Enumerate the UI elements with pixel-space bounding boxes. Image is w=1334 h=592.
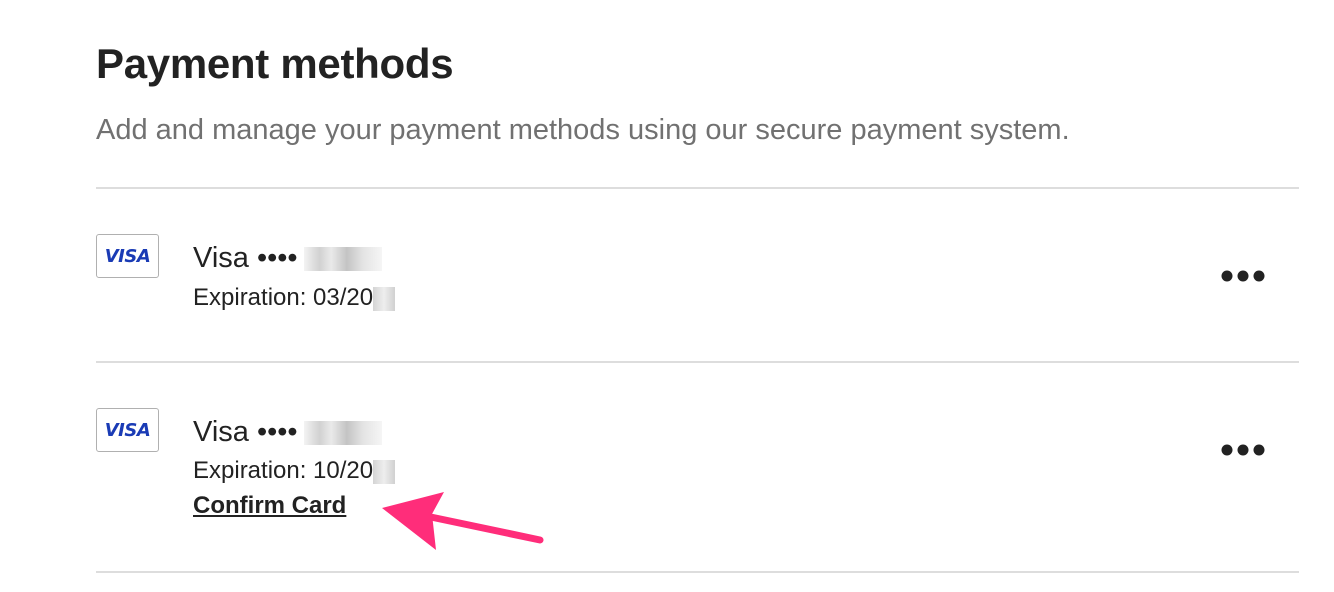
card-name: Visa •••• xyxy=(193,416,382,449)
payment-methods-page: Payment methods Add and manage your paym… xyxy=(0,0,1334,592)
card-name-text: Visa •••• xyxy=(193,416,298,448)
payment-method-row: VISA Visa •••• Expiration: 03/20 xyxy=(96,188,1299,362)
masked-card-number xyxy=(303,247,382,272)
visa-logo-text: VISA xyxy=(104,245,151,267)
card-expiration-text: Expiration: 10/20 xyxy=(193,457,374,484)
card-expiration: Expiration: 10/20 xyxy=(193,457,396,485)
annotation-arrow-icon xyxy=(382,492,544,550)
visa-card-logo: VISA xyxy=(96,234,159,278)
confirm-card-link[interactable]: Confirm Card xyxy=(193,492,346,520)
card-name-text: Visa •••• xyxy=(193,242,298,274)
card-expiration-text: Expiration: 03/20 xyxy=(193,284,374,311)
masked-card-number xyxy=(303,421,382,446)
card-name: Visa •••• xyxy=(193,242,382,275)
visa-logo-text: VISA xyxy=(104,419,151,441)
card-expiration: Expiration: 03/20 xyxy=(193,284,396,312)
payment-method-row: VISA Visa •••• Expiration: 10/20 Confirm… xyxy=(96,362,1299,572)
more-options-button[interactable] xyxy=(1219,438,1267,462)
page-subtitle: Add and manage your payment methods usin… xyxy=(96,114,1070,146)
page-title: Payment methods xyxy=(96,40,454,87)
more-options-button[interactable] xyxy=(1219,264,1267,288)
visa-card-logo: VISA xyxy=(96,408,159,452)
masked-expiration-year xyxy=(373,286,396,311)
divider xyxy=(96,571,1299,573)
masked-expiration-year xyxy=(373,459,396,484)
ellipsis-horizontal-icon xyxy=(1221,444,1265,456)
ellipsis-horizontal-icon xyxy=(1221,270,1265,282)
